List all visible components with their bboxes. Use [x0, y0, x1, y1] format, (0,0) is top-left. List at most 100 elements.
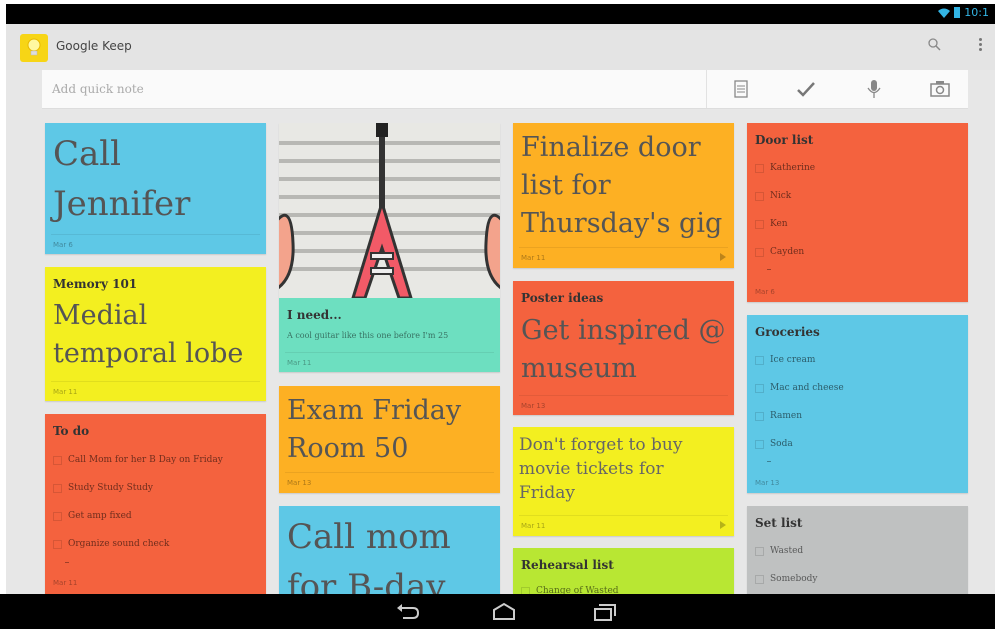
- item-label: Call Mom for her B Day on Friday: [68, 455, 223, 465]
- checkbox[interactable]: [755, 191, 764, 201]
- list-item[interactable]: Cayden: [755, 247, 804, 257]
- note-date: Mar 13: [755, 479, 780, 487]
- recents-icon[interactable]: [592, 602, 618, 622]
- checkbox[interactable]: [755, 383, 764, 393]
- item-label: Get amp fixed: [68, 511, 132, 521]
- note-title: To do: [53, 424, 90, 438]
- checkbox[interactable]: [521, 586, 530, 594]
- status-time: 10:1: [964, 6, 989, 19]
- list-item[interactable]: Ice cream: [755, 355, 815, 365]
- checkbox[interactable]: [755, 546, 764, 556]
- checkbox[interactable]: [755, 247, 764, 257]
- list-item[interactable]: Get amp fixed: [53, 511, 132, 521]
- guitar-image: [279, 123, 500, 298]
- checkbox[interactable]: [755, 411, 764, 421]
- checkbox[interactable]: [53, 511, 62, 521]
- checkbox[interactable]: [53, 455, 62, 465]
- add-item-dash: [767, 461, 771, 462]
- play-icon[interactable]: [720, 521, 726, 529]
- note-date: Mar 11: [287, 359, 312, 367]
- action-bar: Google Keep: [6, 24, 995, 70]
- divider: [519, 395, 728, 396]
- divider: [285, 352, 494, 353]
- divider: [51, 234, 260, 235]
- checkbox[interactable]: [755, 574, 764, 584]
- note-text: Call mom for B-day: [287, 517, 451, 594]
- note-text: Finalize door list for Thursday's gig: [521, 132, 723, 239]
- home-icon[interactable]: [491, 602, 517, 622]
- list-item[interactable]: Katherine: [755, 163, 815, 173]
- note-title: Poster ideas: [521, 291, 604, 305]
- checkbox[interactable]: [53, 483, 62, 493]
- note-finalize[interactable]: Finalize door list for Thursday's gig Ma…: [513, 123, 734, 268]
- list-item[interactable]: Mac and cheese: [755, 383, 844, 393]
- list-item[interactable]: Organize sound check: [53, 539, 169, 549]
- item-label: Wasted: [770, 546, 804, 556]
- lightbulb-icon[interactable]: [20, 34, 48, 62]
- search-icon[interactable]: [927, 37, 943, 53]
- note-title: Groceries: [755, 325, 820, 339]
- note-memory[interactable]: Memory 101 Medial temporal lobe Mar 11: [45, 267, 266, 401]
- list-item[interactable]: Soda: [755, 439, 793, 449]
- checkbox[interactable]: [755, 439, 764, 449]
- note-exam[interactable]: Exam Friday Room 50 Mar 13: [279, 386, 500, 493]
- divider: [519, 515, 728, 516]
- note-guitar[interactable]: I need... A cool guitar like this one be…: [279, 123, 500, 372]
- note-todo[interactable]: To do Call Mom for her B Day on Friday S…: [45, 414, 266, 594]
- quick-note-input[interactable]: Add quick note: [52, 82, 144, 96]
- quick-note-divider: [706, 70, 707, 108]
- checkbox[interactable]: [53, 539, 62, 549]
- note-text: Call Jennifer: [53, 134, 191, 224]
- item-label: Cayden: [770, 247, 805, 257]
- note-text: Medial temporal lobe: [53, 300, 244, 369]
- note-poster[interactable]: Poster ideas Get inspired @ museum Mar 1…: [513, 281, 734, 415]
- app-screen: Google Keep Add quick note Call Jennifer…: [6, 24, 995, 594]
- checkmark-icon[interactable]: [793, 76, 819, 102]
- note-rehearsal[interactable]: Rehearsal list Change of Wasted: [513, 548, 734, 594]
- navigation-bar: [0, 594, 995, 629]
- note-date: Mar 11: [53, 388, 78, 396]
- note-set-list[interactable]: Set list Wasted Somebody: [747, 506, 968, 594]
- list-item[interactable]: Change of Wasted: [521, 586, 619, 594]
- note-title: I need...: [287, 308, 342, 322]
- note-text: Exam Friday Room 50: [287, 395, 462, 464]
- note-call-mom[interactable]: Call mom for B-day: [279, 506, 500, 594]
- play-icon[interactable]: [720, 253, 726, 261]
- microphone-icon[interactable]: [861, 76, 887, 102]
- list-item[interactable]: Call Mom for her B Day on Friday: [53, 455, 223, 465]
- camera-icon[interactable]: [927, 76, 953, 102]
- note-title: Door list: [755, 133, 814, 147]
- item-label: Ken: [770, 219, 788, 229]
- list-item[interactable]: Somebody: [755, 574, 817, 584]
- list-item[interactable]: Wasted: [755, 546, 803, 556]
- note-title: Memory 101: [53, 277, 138, 291]
- note-text: Don't forget to buy movie tickets for Fr…: [519, 435, 683, 503]
- divider: [519, 247, 728, 248]
- status-icons: 10:1: [938, 6, 989, 19]
- note-movie[interactable]: Don't forget to buy movie tickets for Fr…: [513, 427, 734, 536]
- back-icon[interactable]: [395, 602, 421, 622]
- note-date: Mar 6: [755, 288, 775, 296]
- note-date: Mar 6: [53, 241, 73, 249]
- overflow-menu-icon[interactable]: [977, 36, 983, 56]
- list-item[interactable]: Ken: [755, 219, 788, 229]
- checkbox[interactable]: [755, 163, 764, 173]
- note-date: Mar 11: [53, 579, 78, 587]
- note-door-list[interactable]: Door list Katherine Nick Ken Cayden Mar …: [747, 123, 968, 302]
- list-item[interactable]: Nick: [755, 191, 791, 201]
- tablet-screen: 10:1 Google Keep Add quick note Call Jen…: [0, 0, 995, 629]
- item-label: Ramen: [770, 411, 803, 421]
- list-item[interactable]: Ramen: [755, 411, 802, 421]
- item-label: Nick: [770, 191, 792, 201]
- item-label: Organize sound check: [68, 539, 170, 549]
- checkbox[interactable]: [755, 219, 764, 229]
- note-date: Mar 11: [521, 522, 546, 530]
- item-label: Somebody: [770, 574, 818, 584]
- item-label: Katherine: [770, 163, 816, 173]
- note-call-jennifer[interactable]: Call Jennifer Mar 6: [45, 123, 266, 254]
- list-item[interactable]: Study Study Study: [53, 483, 153, 493]
- divider: [51, 381, 260, 382]
- checkbox[interactable]: [755, 355, 764, 365]
- list-icon[interactable]: [728, 76, 754, 102]
- note-groceries[interactable]: Groceries Ice cream Mac and cheese Ramen…: [747, 315, 968, 493]
